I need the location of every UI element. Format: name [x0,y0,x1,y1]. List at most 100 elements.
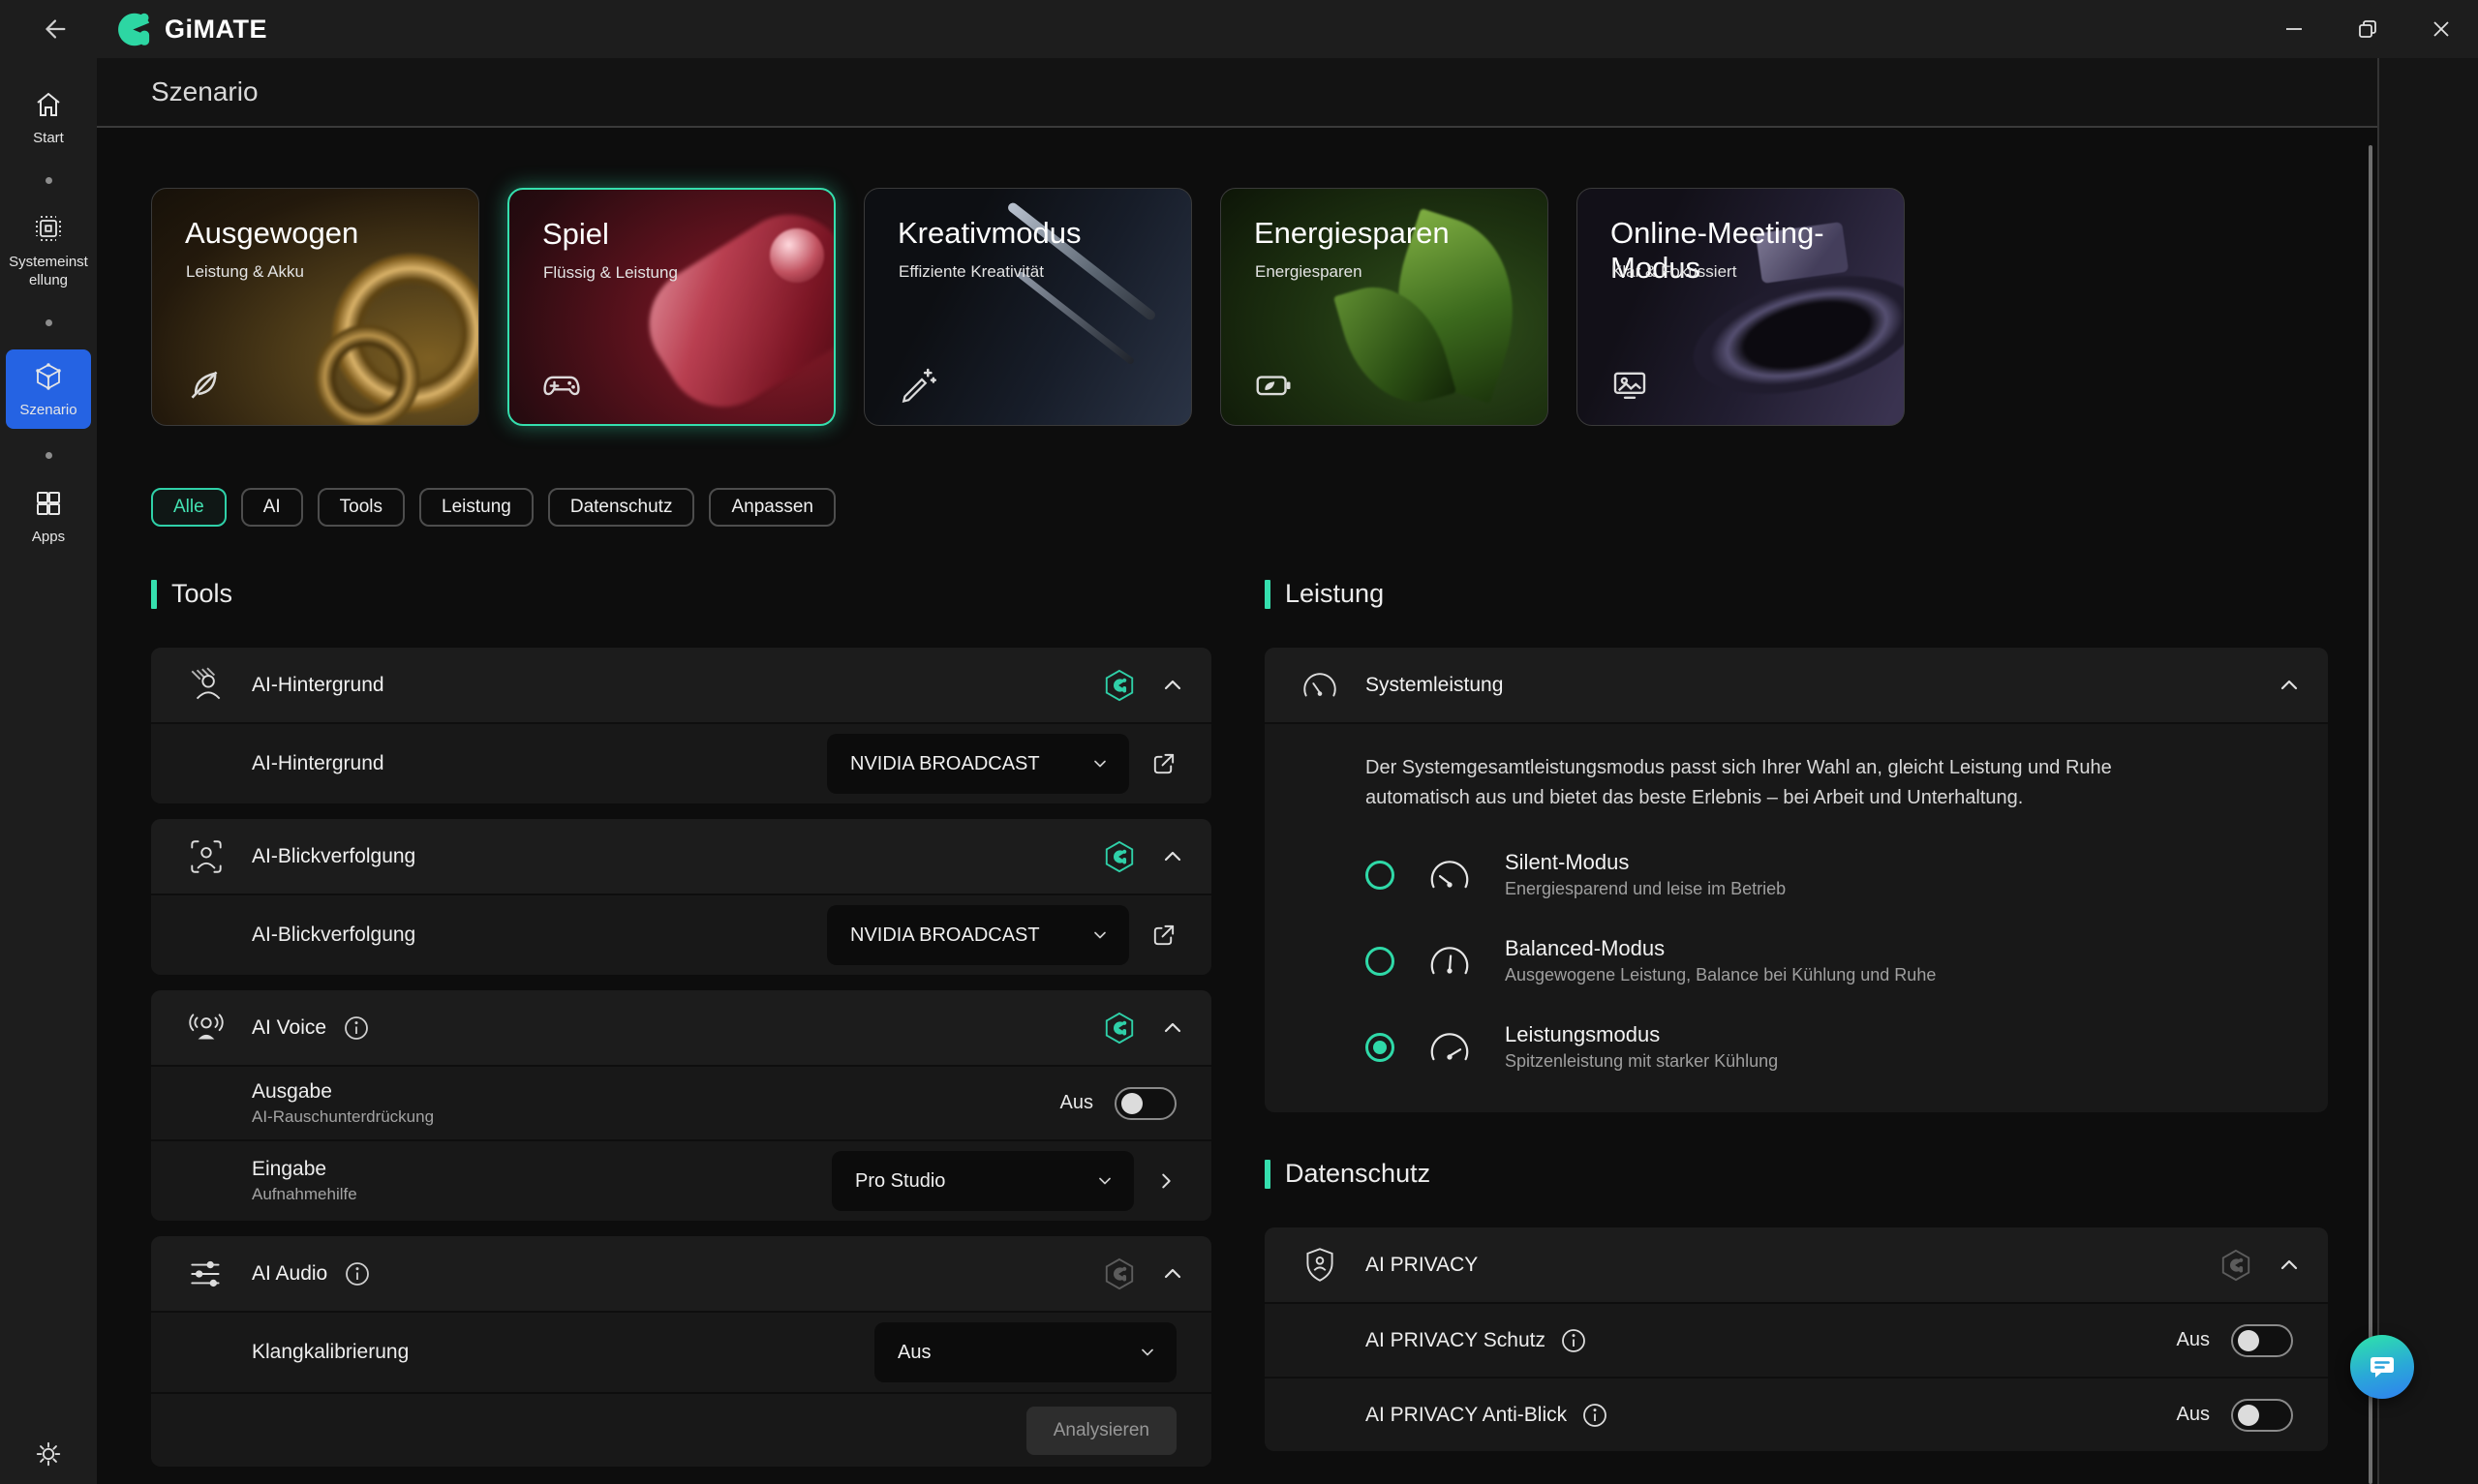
dropdown-value: NVIDIA BROADCAST [850,924,1040,947]
open-detail-button[interactable] [1155,1170,1177,1192]
minimize-icon [2281,16,2307,42]
home-icon [33,89,64,120]
minimize-button[interactable] [2257,0,2331,58]
toggle-knob [1121,1093,1143,1114]
info-icon [344,1015,369,1041]
radio-performance[interactable] [1365,1033,1394,1062]
scenario-card-ausgewogen[interactable]: Ausgewogen Leistung & Akku [151,188,479,426]
scenario-card-online-meeting[interactable]: Online-Meeting-Modus Klar & Fokussiert [1576,188,1905,426]
collapse-panel-button[interactable] [1161,1016,1184,1040]
close-button[interactable] [2404,0,2478,58]
app-title: GiMATE [165,15,267,45]
ai-eyetracking-dropdown[interactable]: NVIDIA BROADCAST [827,905,1129,965]
filter-chip-tools[interactable]: Tools [318,488,405,527]
ai-audio-panel: AI Audio Klangkalibrierung [151,1236,1211,1467]
ai-voice-panel: AI Voice Ausgabe [151,990,1211,1221]
collapse-panel-button[interactable] [1161,674,1184,697]
card-title: Ausgewogen [185,216,358,251]
filter-chip-leistung[interactable]: Leistung [419,488,534,527]
section-accent-bar [1265,580,1270,609]
analyze-button[interactable]: Analysieren [1026,1407,1177,1455]
ai-audio-action-row: Analysieren [151,1392,1211,1467]
collapse-panel-button[interactable] [1161,845,1184,868]
gauge-high-icon [1425,1027,1474,1068]
ai-eyetracking-row: AI-Blickverfolgung NVIDIA BROADCAST [151,893,1211,975]
external-link-icon [1150,751,1177,777]
ai-voice-input-dropdown[interactable]: Pro Studio [832,1151,1134,1211]
sound-calibration-dropdown[interactable]: Aus [874,1322,1177,1382]
card-art [770,228,824,283]
privacy-section: Datenschutz AI PRIVACY [1265,1159,2328,1451]
sidebar-item-label: Start [33,129,64,148]
scenario-card-spiel[interactable]: Spiel Flüssig & Leistung [507,188,836,426]
performance-description: Der Systemgesamtleistungsmodus passt sic… [1365,753,2218,813]
restore-button[interactable] [2331,0,2404,58]
collapse-panel-button[interactable] [1161,1262,1184,1286]
vertical-scrollbar[interactable] [2369,145,2372,1484]
sidebar: Start Systemeinstellung Szenario Apps [0,58,97,1484]
scenario-cards: Ausgewogen Leistung & Akku Spiel Flüssig… [151,188,2377,426]
sidebar-item-systemeinstellung[interactable]: Systemeinstellung [4,207,93,296]
collapse-panel-button[interactable] [2278,674,2301,697]
panel-title: AI PRIVACY [1365,1254,1478,1277]
sidebar-separator-dot [46,177,52,184]
gear-icon [34,1439,63,1469]
meeting-screen-icon [1610,365,1649,404]
ai-voice-input-row: Eingabe Aufnahmehilfe Pro Studio [151,1139,1211,1221]
row-sublabel: Aufnahmehilfe [252,1185,357,1204]
chat-fab-button[interactable] [2350,1335,2414,1399]
row-sublabel: AI-Rauschunterdrückung [252,1107,434,1127]
filter-chip-alle[interactable]: Alle [151,488,227,527]
ai-privacy-antiglance-toggle[interactable] [2231,1399,2293,1432]
filter-chip-datenschutz[interactable]: Datenschutz [548,488,695,527]
mode-name: Leistungsmodus [1505,1022,1778,1047]
page-header: Szenario [97,58,2377,128]
right-gutter [2379,58,2478,1484]
radio-silent[interactable] [1365,861,1394,890]
collapse-panel-button[interactable] [2278,1254,2301,1277]
performance-section-header: Leistung [1265,579,2328,609]
settings-gear-button[interactable] [34,1439,63,1469]
open-external-button[interactable] [1150,751,1177,777]
mode-option-balanced[interactable]: Balanced-Modus Ausgewogene Leistung, Bal… [1365,936,2281,985]
filter-chip-anpassen[interactable]: Anpassen [709,488,836,527]
sidebar-item-apps[interactable]: Apps [4,482,93,553]
chevron-right-icon [1155,1170,1177,1192]
row-label: AI PRIVACY Schutz [1365,1328,1586,1353]
open-external-button[interactable] [1150,923,1177,949]
info-button[interactable] [345,1261,370,1287]
audio-sliders-icon [186,1256,227,1292]
sidebar-item-start[interactable]: Start [4,83,93,154]
performance-section-title: Leistung [1285,579,1384,609]
card-art [1333,271,1456,417]
sidebar-item-szenario[interactable]: Szenario [6,349,91,430]
card-subtitle: Effiziente Kreativität [899,262,1044,282]
row-label-text: AI PRIVACY Schutz [1365,1329,1545,1352]
dropdown-value: NVIDIA BROADCAST [850,753,1040,775]
gimate-ai-badge-icon [2219,1249,2252,1282]
row-label-text: AI PRIVACY Anti-Blick [1365,1404,1567,1427]
ai-privacy-protection-row: AI PRIVACY Schutz Aus [1265,1302,2328,1377]
back-arrow-icon [40,15,69,44]
back-button[interactable] [33,8,76,50]
ai-background-row: AI-Hintergrund NVIDIA BROADCAST [151,722,1211,803]
app-brand: GiMATE [116,12,267,47]
sound-calibration-row: Klangkalibrierung Aus [151,1311,1211,1392]
card-title: Energiesparen [1254,216,1450,251]
filter-chip-ai[interactable]: AI [241,488,303,527]
radio-balanced[interactable] [1365,947,1394,976]
gauge-low-icon [1425,855,1474,895]
ai-background-dropdown[interactable]: NVIDIA BROADCAST [827,734,1129,794]
chevron-up-icon [1161,1016,1184,1040]
ai-noise-suppression-toggle[interactable] [1115,1087,1177,1120]
scenario-card-kreativmodus[interactable]: Kreativmodus Effiziente Kreativität [864,188,1192,426]
card-art [1017,271,1136,366]
info-button[interactable] [1582,1403,1607,1428]
chevron-up-icon [1161,1262,1184,1286]
info-button[interactable] [344,1015,369,1041]
ai-privacy-protection-toggle[interactable] [2231,1324,2293,1357]
info-button[interactable] [1561,1328,1586,1353]
mode-option-silent[interactable]: Silent-Modus Energiesparend und leise im… [1365,850,2281,899]
scenario-card-energiesparen[interactable]: Energiesparen Energiesparen [1220,188,1548,426]
mode-option-performance[interactable]: Leistungsmodus Spitzenleistung mit stark… [1365,1022,2281,1072]
